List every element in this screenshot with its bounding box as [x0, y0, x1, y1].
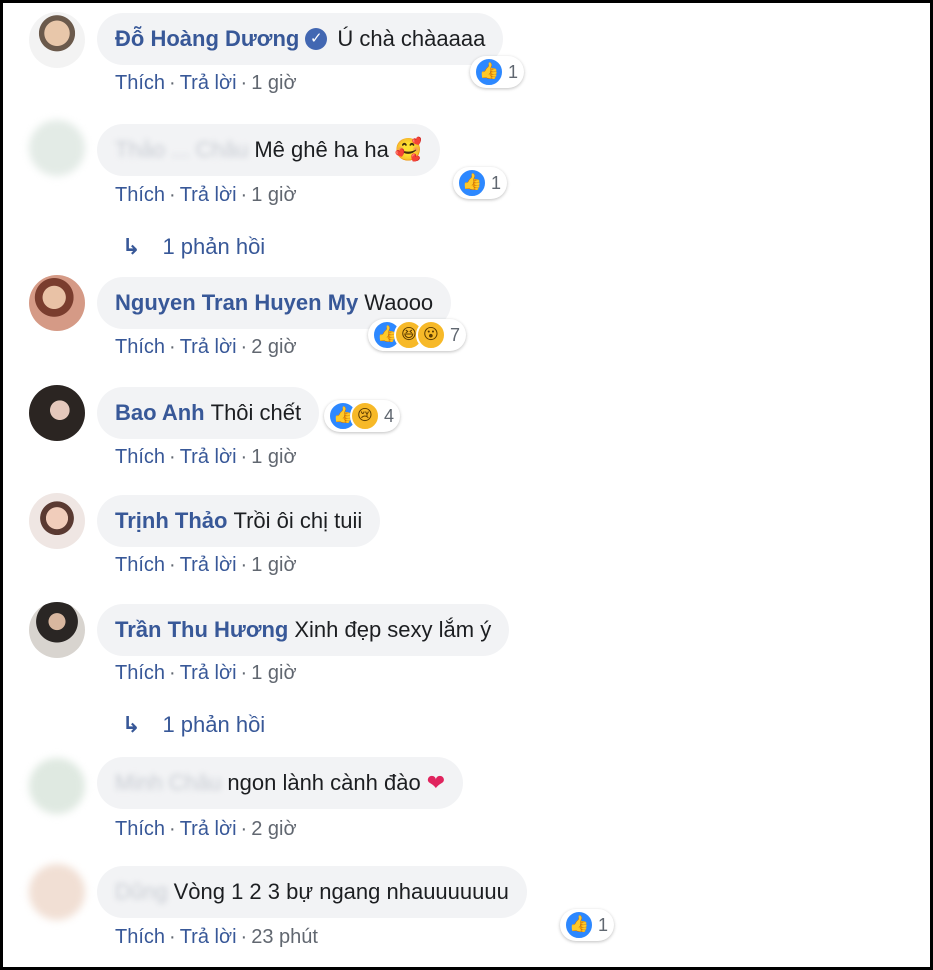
comment-time[interactable]: 1 giờ	[251, 554, 296, 576]
like-link[interactable]: Thích	[115, 926, 165, 948]
comment-bubble: Bao Anh Thôi chết	[97, 387, 320, 439]
reaction-count: 1	[598, 914, 609, 935]
reaction-summary[interactable]: 👍 😆 😮 7	[368, 319, 467, 351]
comment-text: Thôi chết	[210, 400, 302, 425]
avatar[interactable]	[29, 758, 85, 814]
like-link[interactable]: Thích	[115, 818, 165, 840]
commenter-name[interactable]: Minh Châu	[115, 770, 221, 796]
comment-time[interactable]: 1 giờ	[251, 72, 296, 94]
reaction-count: 1	[508, 61, 519, 82]
comment-actions: Thích · Trả lời · 1 giờ	[115, 662, 297, 684]
verified-badge-icon: ✓	[305, 28, 328, 50]
replies-count[interactable]: 1 phản hồi	[162, 234, 265, 259]
avatar[interactable]	[29, 12, 85, 68]
comment-text: Trồi ôi chị tuii	[233, 508, 363, 533]
comment-bubble: Trần Thu Hương Xinh đẹp sexy lắm ý	[97, 604, 510, 656]
comment-bubble: Đỗ Hoàng Dương ✓ Ú chà chàaaaa	[97, 13, 504, 65]
view-replies-link[interactable]: ↳ 1 phản hồi	[122, 234, 265, 260]
comment-text: ngon lành cành đào	[227, 770, 421, 795]
smiling-hearts-emoji-icon: 🥰	[394, 137, 423, 162]
reply-link[interactable]: Trả lời	[180, 72, 237, 94]
reaction-count: 1	[491, 172, 502, 193]
like-icon: 👍	[474, 57, 504, 87]
comment-bubble: Thảo ... Châu Mê ghê ha ha 🥰	[97, 124, 441, 176]
comment-time[interactable]: 2 giờ	[251, 818, 296, 840]
comment-actions: Thích · Trả lời · 23 phút	[115, 926, 318, 948]
comment-time[interactable]: 1 giờ	[251, 446, 296, 468]
commenter-name[interactable]: Nguyen Tran Huyen My	[115, 290, 358, 316]
comment-actions: Thích · Trả lời · 2 giờ	[115, 336, 297, 358]
comment-time[interactable]: 23 phút	[251, 926, 318, 948]
reply-link[interactable]: Trả lời	[180, 926, 237, 948]
reaction-count: 4	[384, 405, 395, 426]
commenter-name[interactable]: Đỗ Hoàng Dương	[115, 26, 299, 52]
reaction-summary[interactable]: 👍 1	[453, 167, 508, 199]
reply-link[interactable]: Trả lời	[180, 184, 237, 206]
avatar[interactable]	[29, 385, 85, 441]
comment-actions: Thích · Trả lời · 2 giờ	[115, 818, 297, 840]
comment-bubble: Minh Châu ngon lành cành đào ❤	[97, 757, 464, 809]
reply-link[interactable]: Trả lời	[180, 818, 237, 840]
reply-arrow-icon: ↳	[122, 234, 141, 259]
comment-actions: Thích · Trả lời · 1 giờ	[115, 446, 297, 468]
reaction-count: 7	[450, 324, 461, 345]
comment-text: Mê ghê ha ha	[254, 137, 389, 162]
sad-icon: 😢	[350, 401, 380, 431]
comment-text: Vòng 1 2 3 bự ngang nhauuuuuuu	[173, 879, 509, 904]
commenter-name[interactable]: Dũng	[115, 879, 168, 905]
comment-bubble: Trịnh Thảo Trồi ôi chị tuii	[97, 495, 381, 547]
view-replies-link[interactable]: ↳ 1 phản hồi	[122, 712, 265, 738]
avatar[interactable]	[29, 120, 85, 176]
comment-text: Ú chà chàaaaa	[337, 26, 486, 51]
avatar[interactable]	[29, 864, 85, 920]
reaction-summary[interactable]: 👍 1	[470, 56, 525, 88]
like-link[interactable]: Thích	[115, 72, 165, 94]
commenter-name[interactable]: Trần Thu Hương	[115, 617, 288, 643]
comment-actions: Thích · Trả lời · 1 giờ	[115, 554, 297, 576]
like-link[interactable]: Thích	[115, 662, 165, 684]
avatar[interactable]	[29, 275, 85, 331]
replies-count[interactable]: 1 phản hồi	[162, 712, 265, 737]
commenter-name[interactable]: Thảo ... Châu	[115, 137, 248, 163]
reply-link[interactable]: Trả lời	[180, 336, 237, 358]
comment-text: Waooo	[364, 290, 434, 315]
comment-actions: Thích · Trả lời · 1 giờ	[115, 72, 297, 94]
avatar[interactable]	[29, 493, 85, 549]
like-link[interactable]: Thích	[115, 184, 165, 206]
reply-link[interactable]: Trả lời	[180, 446, 237, 468]
heart-emoji-icon: ❤	[426, 770, 446, 795]
comment-bubble: Dũng Vòng 1 2 3 bự ngang nhauuuuuuu	[97, 866, 527, 918]
like-link[interactable]: Thích	[115, 554, 165, 576]
reply-arrow-icon: ↳	[122, 712, 141, 737]
comment-time[interactable]: 1 giờ	[251, 662, 296, 684]
like-icon: 👍	[457, 168, 487, 198]
reaction-summary[interactable]: 👍 1	[560, 909, 615, 941]
like-link[interactable]: Thích	[115, 336, 165, 358]
comment-time[interactable]: 1 giờ	[251, 184, 296, 206]
commenter-name[interactable]: Trịnh Thảo	[115, 508, 227, 534]
comment-text: Xinh đẹp sexy lắm ý	[294, 617, 492, 642]
reply-link[interactable]: Trả lời	[180, 554, 237, 576]
comment-actions: Thích · Trả lời · 1 giờ	[115, 184, 297, 206]
reaction-summary[interactable]: 👍 😢 4	[324, 400, 401, 432]
comment-time[interactable]: 2 giờ	[251, 336, 296, 358]
avatar[interactable]	[29, 602, 85, 658]
like-link[interactable]: Thích	[115, 446, 165, 468]
commenter-name[interactable]: Bao Anh	[115, 400, 205, 426]
like-icon: 👍	[564, 910, 594, 940]
reply-link[interactable]: Trả lời	[180, 662, 237, 684]
wow-icon: 😮	[416, 320, 446, 350]
